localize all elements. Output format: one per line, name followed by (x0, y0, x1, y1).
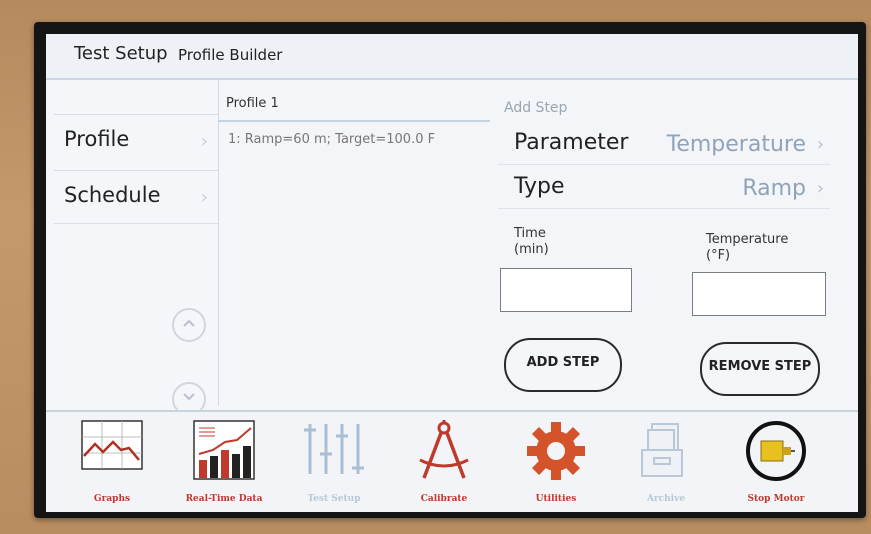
type-label: Type (514, 174, 565, 199)
toolbar-label: Graphs (93, 494, 131, 504)
chevron-up-icon (183, 319, 195, 327)
stop-motor-button[interactable]: Stop Motor (726, 412, 826, 512)
calibrate-button[interactable]: Calibrate (394, 412, 494, 512)
profile-panel: Profile 1 1: Ramp=60 m; Target=100.0 F (218, 80, 490, 406)
temperature-label: Temperature (°F) (706, 232, 788, 264)
type-value: Ramp (742, 176, 806, 201)
title-bar: Test Setup Profile Builder (46, 34, 858, 80)
gear-icon (527, 422, 585, 480)
real-time-data-button[interactable]: Real-Time Data (174, 412, 274, 512)
sidebar-item-label: Schedule (64, 183, 161, 207)
list-item[interactable]: 1: Ramp=60 m; Target=100.0 F (228, 132, 435, 147)
page-subtitle: Profile Builder (178, 46, 283, 64)
touch-screen: Test Setup Profile Builder Profile › Sch… (46, 34, 858, 512)
time-label-line2: (min) (514, 242, 549, 257)
chevron-right-icon: › (200, 187, 208, 208)
page-title: Test Setup (74, 43, 168, 64)
graphs-button[interactable]: Graphs (62, 412, 162, 512)
chevron-right-icon: › (200, 131, 208, 152)
profile-title: Profile 1 (226, 96, 279, 111)
bar-chart-icon (193, 420, 255, 480)
toolbar-label: Calibrate (420, 494, 468, 504)
parameter-value: Temperature (666, 132, 806, 157)
remove-step-button[interactable]: REMOVE STEP (700, 342, 820, 396)
parameter-selector[interactable]: Parameter Temperature › (498, 124, 830, 165)
toolbar-label: Real-Time Data (185, 494, 263, 504)
type-selector[interactable]: Type Ramp › (498, 168, 830, 209)
temperature-input[interactable] (692, 272, 826, 316)
line-graph-icon (81, 420, 143, 470)
divider (218, 120, 490, 122)
archive-icon (641, 423, 683, 477)
toolbar-label: Utilities (535, 494, 577, 504)
toolbar-label: Archive (646, 494, 686, 504)
time-label: Time (min) (514, 226, 549, 258)
archive-button[interactable]: Archive (616, 412, 716, 512)
chevron-down-icon (183, 393, 195, 401)
scroll-up-button[interactable] (172, 308, 206, 342)
toolbar-label: Stop Motor (747, 494, 805, 504)
chevron-right-icon: › (816, 134, 824, 155)
time-input[interactable] (500, 268, 632, 312)
time-label-line1: Time (514, 226, 546, 241)
add-step-title: Add Step (504, 100, 568, 116)
sliders-icon (304, 424, 364, 474)
motor-icon (746, 421, 806, 481)
utilities-button[interactable]: Utilities (506, 412, 606, 512)
temperature-label-line1: Temperature (706, 232, 789, 247)
compass-icon (419, 420, 469, 479)
sidebar-item-schedule[interactable]: Schedule › (54, 170, 218, 224)
add-step-button[interactable]: ADD STEP (504, 338, 622, 392)
toolbar-label: Test Setup (307, 494, 361, 504)
bottom-toolbar: Graphs Real-Time Data Test Setup Calibra… (46, 410, 858, 512)
sidebar-item-label: Profile (64, 127, 130, 151)
sidebar-item-profile[interactable]: Profile › (54, 114, 218, 167)
test-setup-button[interactable]: Test Setup (284, 412, 384, 512)
chevron-right-icon: › (816, 178, 824, 199)
parameter-label: Parameter (514, 130, 629, 155)
temperature-label-line2: (°F) (706, 248, 731, 263)
sidebar: Profile › Schedule › (54, 80, 219, 416)
add-step-panel: Add Step Parameter Temperature › Type Ra… (498, 80, 848, 406)
